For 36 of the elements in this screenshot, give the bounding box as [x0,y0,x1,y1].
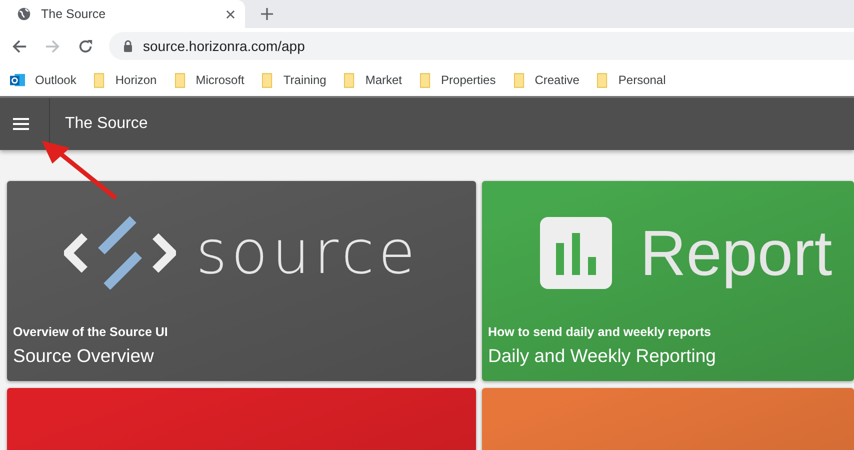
card-title: Source Overview [13,345,155,367]
bookmark-item[interactable]: Personal [597,72,666,88]
folder-icon [420,72,432,88]
globe-icon [17,7,31,21]
logo-text: source [196,223,420,283]
bookmark-item[interactable]: Microsoft [174,72,244,88]
card-subtitle: Overview of the Source UI [13,325,169,339]
code-brackets-icon [64,214,176,292]
card-subtitle: How to send daily and weekly reports [488,325,712,339]
card[interactable]: Report How to send daily and weekly reports Daily and Weekly Reporting [482,181,854,381]
bar-chart-icon [540,217,612,289]
new-tab-icon[interactable] [261,8,273,20]
bookmark-item[interactable]: Outlook [10,72,76,88]
card[interactable]: source Overview of the Source UI Source Overview [7,181,476,381]
folder-icon [514,72,525,88]
bookmark-item[interactable]: Market [344,72,402,88]
address-bar[interactable]: source.horizonra.com/app [109,32,854,60]
bookmark-item[interactable]: Creative [514,72,580,88]
mail-app-icon [10,72,25,88]
bookmark-item[interactable]: Properties [420,72,496,88]
browser-tab[interactable]: The Source [0,0,245,28]
bookmark-item[interactable]: Horizon [94,72,157,88]
card-title: Daily and Weekly Reporting [488,345,717,367]
bookmark-item[interactable]: Training [262,72,326,88]
close-icon[interactable] [226,10,235,18]
folder-icon [597,72,608,88]
back-icon[interactable] [12,38,27,54]
folder-icon [94,72,106,88]
menu-icon [12,118,28,130]
folder-icon [262,72,274,88]
folder-icon [344,72,356,88]
reload-icon[interactable] [78,38,93,54]
app-title: The Source [65,115,148,133]
url-text: source.horizonra.com/app [143,38,305,54]
lock-icon [123,40,133,52]
folder-icon [174,72,186,88]
